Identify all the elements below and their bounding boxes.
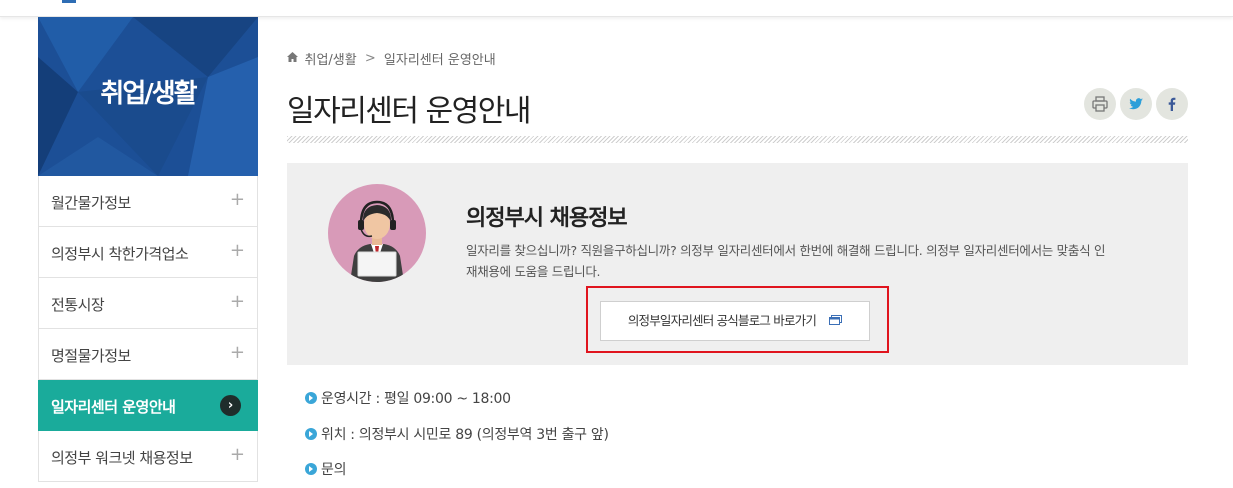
sidebar-title: 취업/생활 bbox=[100, 79, 197, 109]
facebook-icon bbox=[1168, 97, 1176, 111]
sidebar-item-monthly-prices[interactable]: 월간물가정보 + bbox=[38, 176, 258, 227]
sidebar-item-label: 의정부 워크넷 채용정보 bbox=[51, 449, 193, 467]
sidebar-item-holiday-prices[interactable]: 명절물가정보 + bbox=[38, 329, 258, 380]
sidebar-item-worknet-jobs[interactable]: 의정부 워크넷 채용정보 + bbox=[38, 431, 258, 482]
chevron-right-icon: › bbox=[220, 395, 241, 416]
print-icon bbox=[1092, 96, 1108, 112]
sidebar-item-traditional-market[interactable]: 전통시장 + bbox=[38, 278, 258, 329]
detail-contact: 문의 bbox=[305, 459, 346, 479]
home-icon[interactable] bbox=[287, 52, 302, 65]
print-button[interactable] bbox=[1084, 88, 1116, 120]
new-window-icon bbox=[829, 310, 843, 329]
top-header-bar bbox=[0, 0, 1233, 17]
detail-contact-text: 문의 bbox=[321, 462, 347, 478]
breadcrumb-item-current: 일자리센터 운영안내 bbox=[383, 53, 496, 68]
breadcrumb-item[interactable]: 취업/생활 bbox=[305, 53, 357, 68]
plus-icon: + bbox=[229, 291, 245, 312]
sidebar-item-good-price-stores[interactable]: 의정부시 착한가격업소 + bbox=[38, 227, 258, 278]
twitter-share-button[interactable] bbox=[1120, 88, 1152, 120]
info-title: 의정부시 채용정보 bbox=[466, 206, 628, 231]
page-title: 일자리센터 운영안내 bbox=[287, 94, 531, 129]
facebook-share-button[interactable] bbox=[1156, 88, 1188, 120]
plus-icon: + bbox=[229, 189, 245, 210]
twitter-icon bbox=[1129, 98, 1143, 110]
sidebar-item-label: 전통시장 bbox=[51, 296, 105, 314]
plus-icon: + bbox=[229, 240, 245, 261]
call-agent-avatar bbox=[328, 184, 426, 282]
sidebar-item-label: 일자리센터 운영안내 bbox=[51, 398, 176, 416]
headset-agent-icon bbox=[350, 200, 404, 282]
info-description: 일자리를 찾으십니까? 직원을구하십니까? 의정부 일자리센터에서 한번에 해결… bbox=[466, 243, 1106, 279]
sidebar-item-job-center[interactable]: 일자리센터 운영안내 › bbox=[38, 380, 258, 431]
detail-hours: 운영시간 : 평일 09:00 ~ 18:00 bbox=[305, 388, 511, 408]
official-blog-button[interactable]: 의정부일자리센터 공식블로그 바로가기 bbox=[600, 301, 870, 341]
bullet-arrow-icon bbox=[305, 462, 317, 475]
breadcrumb-separator: > bbox=[364, 51, 376, 66]
plus-icon: + bbox=[229, 444, 245, 465]
title-divider bbox=[287, 136, 1188, 143]
header-accent bbox=[62, 0, 76, 3]
sidebar-menu: 월간물가정보 + 의정부시 착한가격업소 + 전통시장 + 명절물가정보 + 일… bbox=[38, 176, 258, 482]
sidebar-item-label: 월간물가정보 bbox=[51, 194, 131, 212]
breadcrumb: 취업/생활 > 일자리센터 운영안내 bbox=[287, 49, 496, 68]
detail-location-text: 위치 : 의정부시 시민로 89 (의정부역 3번 출구 앞) bbox=[321, 427, 609, 443]
sidebar-item-label: 의정부시 착한가격업소 bbox=[51, 245, 189, 263]
detail-location: 위치 : 의정부시 시민로 89 (의정부역 3번 출구 앞) bbox=[305, 424, 609, 444]
bullet-arrow-icon bbox=[305, 391, 317, 404]
sidebar-header: 취업/생활 bbox=[38, 17, 258, 176]
plus-icon: + bbox=[229, 342, 245, 363]
sidebar-item-label: 명절물가정보 bbox=[51, 347, 131, 365]
bullet-arrow-icon bbox=[305, 427, 317, 440]
official-blog-button-label: 의정부일자리센터 공식블로그 바로가기 bbox=[627, 313, 817, 328]
detail-hours-text: 운영시간 : 평일 09:00 ~ 18:00 bbox=[321, 391, 511, 407]
